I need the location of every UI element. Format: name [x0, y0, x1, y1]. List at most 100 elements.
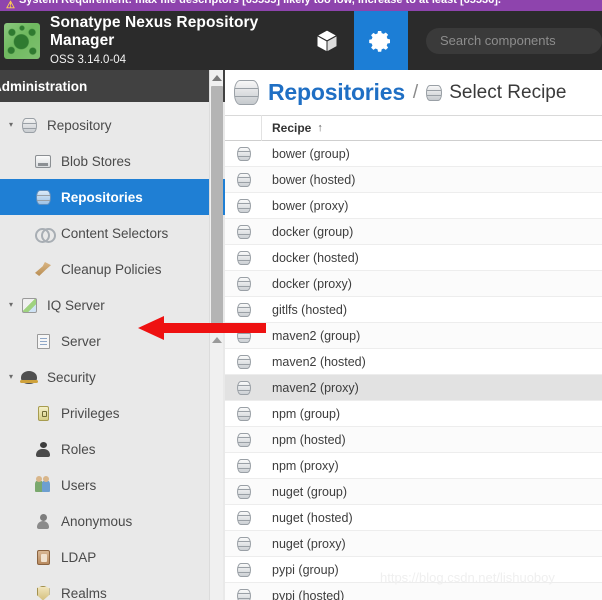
sidebar-item-blob-stores[interactable]: Blob Stores	[0, 143, 225, 179]
sidebar-item-realms[interactable]: Realms	[0, 575, 225, 600]
table-cell-recipe: gitlfs (hosted)	[272, 302, 348, 317]
sidebar-item-security[interactable]: ▾ Security	[0, 359, 225, 395]
table-row[interactable]: nuget (hosted)	[225, 505, 602, 531]
database-icon-small	[426, 84, 443, 101]
database-icon-glyph	[21, 117, 37, 133]
sidebar-item-content-selectors[interactable]: Content Selectors	[0, 215, 225, 251]
table-cell-recipe: docker (hosted)	[272, 250, 359, 265]
sidebar-item-roles[interactable]: Roles	[0, 431, 225, 467]
sidebar-item-users[interactable]: Users	[0, 467, 225, 503]
table-cell-recipe: nuget (proxy)	[272, 536, 346, 551]
table-row[interactable]: npm (group)	[225, 401, 602, 427]
table-header-row: Recipe ↑	[225, 115, 602, 141]
chevron-down-icon[interactable]: ▾	[4, 121, 18, 129]
recipe-icon	[236, 328, 251, 343]
table-cell-recipe: maven2 (proxy)	[272, 380, 359, 395]
table-row[interactable]: docker (group)	[225, 219, 602, 245]
sidebar-item-label: Anonymous	[61, 513, 133, 529]
table-cell-recipe: pypi (hosted)	[272, 588, 345, 600]
roles-icon	[32, 440, 54, 458]
table-row[interactable]: maven2 (group)	[225, 323, 602, 349]
sidebar-scrollbar[interactable]	[209, 70, 223, 600]
sidebar-item-ldap[interactable]: LDAP	[0, 539, 225, 575]
table-row[interactable]: npm (hosted)	[225, 427, 602, 453]
table-cell-recipe: bower (hosted)	[272, 172, 356, 187]
scroll-down-arrow-icon[interactable]	[212, 336, 222, 344]
sidebar-item-repository[interactable]: ▾ Repository	[0, 107, 225, 143]
anonymous-user-icon-glyph	[37, 513, 49, 529]
search-input[interactable]	[426, 27, 602, 54]
breadcrumb-separator: /	[412, 81, 419, 103]
sidebar-item-label: Users	[61, 477, 97, 493]
watermark-text: https://blog.csdn.net/lishuoboy	[380, 570, 555, 585]
table-cell-icon	[225, 250, 262, 265]
main-content: Repositories / Select Recipe Recipe ↑ bo…	[225, 70, 602, 600]
broom-icon-glyph	[35, 262, 51, 276]
scroll-up-arrow-icon[interactable]	[212, 74, 222, 82]
recipe-table: Recipe ↑ bower (group) bower (hosted) bowe…	[225, 115, 602, 600]
sidebar-item-label: Roles	[61, 441, 96, 457]
repositories-icon-glyph	[35, 189, 51, 205]
recipe-icon	[236, 588, 251, 600]
sidebar-section-title: Administration	[0, 70, 225, 102]
sidebar-item-privileges[interactable]: Privileges	[0, 395, 225, 431]
warning-banner-text: System Requirement: max file descriptors…	[18, 0, 501, 6]
sidebar-item-label: Cleanup Policies	[61, 261, 162, 277]
breadcrumb-root-link[interactable]: Repositories	[268, 79, 405, 106]
table-cell-icon	[225, 458, 262, 473]
table-row[interactable]: bower (proxy)	[225, 193, 602, 219]
table-row[interactable]: nuget (proxy)	[225, 531, 602, 557]
recipe-icon	[236, 432, 251, 447]
blob-store-icon-glyph	[35, 154, 51, 168]
table-cell-icon	[225, 432, 262, 447]
table-header-icon-column	[225, 115, 262, 141]
security-shield-icon	[18, 368, 40, 386]
table-cell-recipe: maven2 (hosted)	[272, 354, 366, 369]
warning-triangle-icon: ⚠	[6, 0, 15, 11]
table-row[interactable]: gitlfs (hosted)	[225, 297, 602, 323]
search-area	[426, 11, 602, 70]
table-row[interactable]: bower (group)	[225, 141, 602, 167]
table-row[interactable]: bower (hosted)	[225, 167, 602, 193]
content-selector-icon	[32, 224, 56, 243]
database-icon	[18, 116, 40, 134]
table-cell-icon	[225, 172, 262, 187]
sidebar-item-label: Server	[61, 333, 101, 349]
table-row[interactable]: docker (hosted)	[225, 245, 602, 271]
sidebar-item-cleanup-policies[interactable]: Cleanup Policies	[0, 251, 225, 287]
sidebar-item-server[interactable]: Server	[0, 323, 225, 359]
chevron-down-icon[interactable]: ▾	[4, 373, 18, 381]
table-row[interactable]: maven2 (hosted)	[225, 349, 602, 375]
recipe-icon	[236, 536, 251, 551]
chevron-down-icon[interactable]: ▾	[4, 301, 18, 309]
broom-icon	[32, 260, 54, 278]
table-cell-icon	[225, 302, 262, 317]
table-row[interactable]: maven2 (proxy)	[225, 375, 602, 401]
table-body: bower (group) bower (hosted) bower (proxy)…	[225, 141, 602, 600]
recipe-icon	[236, 458, 251, 473]
table-header-recipe-label: Recipe	[272, 121, 312, 135]
scrollbar-thumb[interactable]	[211, 86, 223, 329]
sidebar-item-anonymous[interactable]: Anonymous	[0, 503, 225, 539]
realms-shield-icon	[32, 584, 54, 600]
sidebar-item-label: Privileges	[61, 405, 120, 421]
sidebar-item-iq-server[interactable]: ▾ IQ Server	[0, 287, 225, 323]
admin-button[interactable]	[354, 11, 408, 70]
table-row[interactable]: docker (proxy)	[225, 271, 602, 297]
top-header-bar: Sonatype Nexus Repository Manager OSS 3.…	[0, 11, 602, 70]
table-row[interactable]: pypi (hosted)	[225, 583, 602, 600]
table-row[interactable]: nuget (group)	[225, 479, 602, 505]
ldap-icon	[32, 548, 54, 566]
table-header-recipe[interactable]: Recipe ↑	[262, 121, 602, 135]
browse-button[interactable]	[300, 11, 354, 70]
content-selector-icon-glyph	[34, 227, 56, 243]
sidebar-item-label: Security	[47, 369, 96, 385]
server-icon	[32, 332, 54, 350]
sidebar-item-repositories[interactable]: Repositories	[0, 179, 225, 215]
sidebar-nav-list: ▾ Repository Blob Stores Repositories Conten…	[0, 102, 225, 600]
breadcrumb-current: Select Recipe	[449, 81, 567, 103]
table-cell-icon	[225, 198, 262, 213]
table-row[interactable]: npm (proxy)	[225, 453, 602, 479]
recipe-icon	[236, 510, 251, 525]
table-cell-icon	[225, 510, 262, 525]
